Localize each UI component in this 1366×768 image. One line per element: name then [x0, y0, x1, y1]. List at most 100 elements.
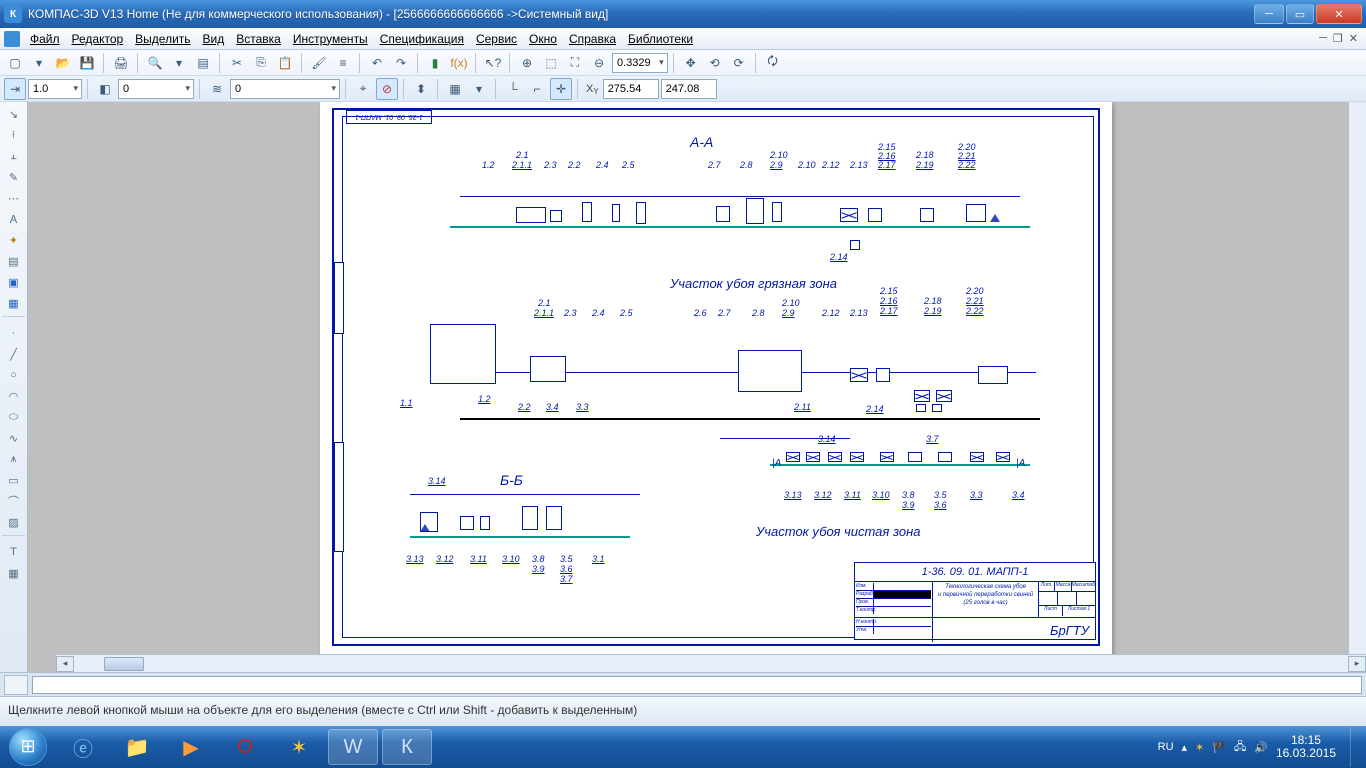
tray-network-icon[interactable]: 🖧	[1234, 738, 1246, 757]
maximize-button[interactable]: ▭	[1286, 4, 1314, 24]
undo-button[interactable]: ↶	[366, 52, 388, 74]
tool-point[interactable]: ·	[2, 323, 26, 343]
copy-props-button[interactable]: 🖌	[308, 52, 330, 74]
mdi-restore[interactable]: ❐	[1333, 32, 1343, 45]
zoom-combo[interactable]: 0.3329	[612, 53, 668, 73]
zoom-next-button[interactable]: ⟳	[728, 52, 750, 74]
tool-symbols[interactable]: ⫠	[2, 146, 26, 166]
scroll-left-button[interactable]: ◂	[56, 656, 74, 672]
new-button[interactable]: ▢	[4, 52, 26, 74]
vertical-scrollbar[interactable]	[1348, 102, 1366, 654]
coord-y-input[interactable]	[661, 79, 717, 99]
tool-ellipse[interactable]: ⬭	[2, 407, 26, 427]
help-context-button[interactable]: ↖?	[482, 52, 504, 74]
save-button[interactable]: 💾	[76, 52, 98, 74]
tray-clock[interactable]: 18:15 16.03.2015	[1276, 734, 1336, 760]
print-button[interactable]: 🖨	[110, 52, 132, 74]
lcs-button[interactable]: ✛	[550, 78, 572, 100]
layer-combo[interactable]: 0	[118, 79, 194, 99]
step-value[interactable]: 1.0	[28, 79, 82, 99]
zoom-out-button[interactable]: ⊖	[588, 52, 610, 74]
tool-table[interactable]: ▦	[2, 563, 26, 583]
canvas[interactable]: 1-36. 09. 01. МАПП-1 А-А	[28, 102, 1366, 672]
tray-icon-1[interactable]: ✶	[1195, 741, 1204, 754]
refresh-button[interactable]: 🗘	[762, 52, 784, 74]
properties-button[interactable]: ▤	[192, 52, 214, 74]
tray-volume-icon[interactable]: 🔊	[1254, 741, 1268, 754]
menu-tools[interactable]: Инструменты	[287, 30, 374, 48]
variables-button[interactable]: f(x)	[448, 52, 470, 74]
redo-button[interactable]: ↷	[390, 52, 412, 74]
param-button[interactable]: ⬍	[410, 78, 432, 100]
tool-circle[interactable]: ○	[2, 365, 26, 385]
attrs-button[interactable]: ≡	[332, 52, 354, 74]
pan-button[interactable]: ✥	[680, 52, 702, 74]
tray-arrow-icon[interactable]: ▴	[1182, 741, 1188, 754]
menu-window[interactable]: Окно	[523, 30, 563, 48]
tool-views[interactable]: ▣	[2, 272, 26, 292]
menu-spec[interactable]: Спецификация	[374, 30, 470, 48]
zoom-fit-button[interactable]: ⛶	[564, 52, 586, 74]
linestyle-icon[interactable]: ≋	[206, 78, 228, 100]
mdi-minimize[interactable]: ─	[1319, 32, 1327, 45]
snap-button[interactable]: ⌖	[352, 78, 374, 100]
preview-dropdown[interactable]: ▾	[168, 52, 190, 74]
tool-reports[interactable]: ▤	[2, 251, 26, 271]
menu-file[interactable]: Файл	[24, 30, 66, 48]
tool-line[interactable]: ╱	[2, 344, 26, 364]
cut-button[interactable]: ✂	[226, 52, 248, 74]
minimize-button[interactable]: ─	[1254, 4, 1284, 24]
new-dropdown[interactable]: ▾	[28, 52, 50, 74]
snap-toggle[interactable]: ⊘	[376, 78, 398, 100]
grid-button[interactable]: ▦	[444, 78, 466, 100]
mdi-close[interactable]: ✕	[1349, 32, 1358, 45]
linestyle-combo[interactable]: 0	[230, 79, 340, 99]
taskbar-explorer[interactable]: 📁	[112, 729, 162, 765]
close-button[interactable]: ✕	[1316, 4, 1362, 24]
step-toggle[interactable]: ⇥	[4, 78, 26, 100]
tool-hatch[interactable]: ▨	[2, 512, 26, 532]
taskbar-media[interactable]: ▶	[166, 729, 216, 765]
scroll-right-button[interactable]: ▸	[1348, 656, 1366, 672]
tool-insert[interactable]: ▦	[2, 293, 26, 313]
zoom-window-button[interactable]: ⬚	[540, 52, 562, 74]
show-desktop-button[interactable]	[1350, 727, 1360, 767]
tool-polyline[interactable]: ⩚	[2, 449, 26, 469]
preview-button[interactable]: 🔍	[144, 52, 166, 74]
start-button[interactable]	[0, 726, 56, 768]
tool-spec[interactable]: ✦	[2, 230, 26, 250]
taskbar-word[interactable]: W	[328, 729, 378, 765]
tool-rect[interactable]: ▭	[2, 470, 26, 490]
layer-icon[interactable]: ◧	[94, 78, 116, 100]
menu-view[interactable]: Вид	[197, 30, 231, 48]
tray-lang[interactable]: RU	[1158, 741, 1174, 753]
menu-select[interactable]: Выделить	[129, 30, 196, 48]
menu-help[interactable]: Справка	[563, 30, 622, 48]
tool-param[interactable]: ⋯	[2, 188, 26, 208]
round-button[interactable]: ⌐	[526, 78, 548, 100]
taskbar-ie[interactable]: ⓔ	[58, 729, 108, 765]
menu-edit[interactable]: Редактор	[66, 30, 130, 48]
coord-x-input[interactable]	[603, 79, 659, 99]
open-button[interactable]: 📂	[52, 52, 74, 74]
taskbar-opera[interactable]: O	[220, 729, 270, 765]
command-input[interactable]	[32, 676, 1362, 694]
tool-text[interactable]: T	[2, 542, 26, 562]
paste-button[interactable]: 📋	[274, 52, 296, 74]
scroll-thumb[interactable]	[104, 657, 144, 671]
copy-button[interactable]: ⎘	[250, 52, 272, 74]
tray-flag-icon[interactable]: 🏴	[1212, 741, 1226, 754]
zoom-in-button[interactable]: ⊕	[516, 52, 538, 74]
taskbar-app1[interactable]: ✶	[274, 729, 324, 765]
taskbar-kompas[interactable]: К	[382, 729, 432, 765]
tool-measure[interactable]: Ａ	[2, 209, 26, 229]
tool-geometry[interactable]: ↘	[2, 104, 26, 124]
tool-spline[interactable]: ∿	[2, 428, 26, 448]
tool-arc[interactable]: ◠	[2, 386, 26, 406]
horizontal-scrollbar[interactable]: ◂ ▸	[56, 654, 1366, 672]
prop-panel-tab[interactable]	[4, 675, 28, 695]
ortho-button[interactable]: └	[502, 78, 524, 100]
menu-service[interactable]: Сервис	[470, 30, 523, 48]
menu-libs[interactable]: Библиотеки	[622, 30, 699, 48]
tool-edit[interactable]: ✎	[2, 167, 26, 187]
